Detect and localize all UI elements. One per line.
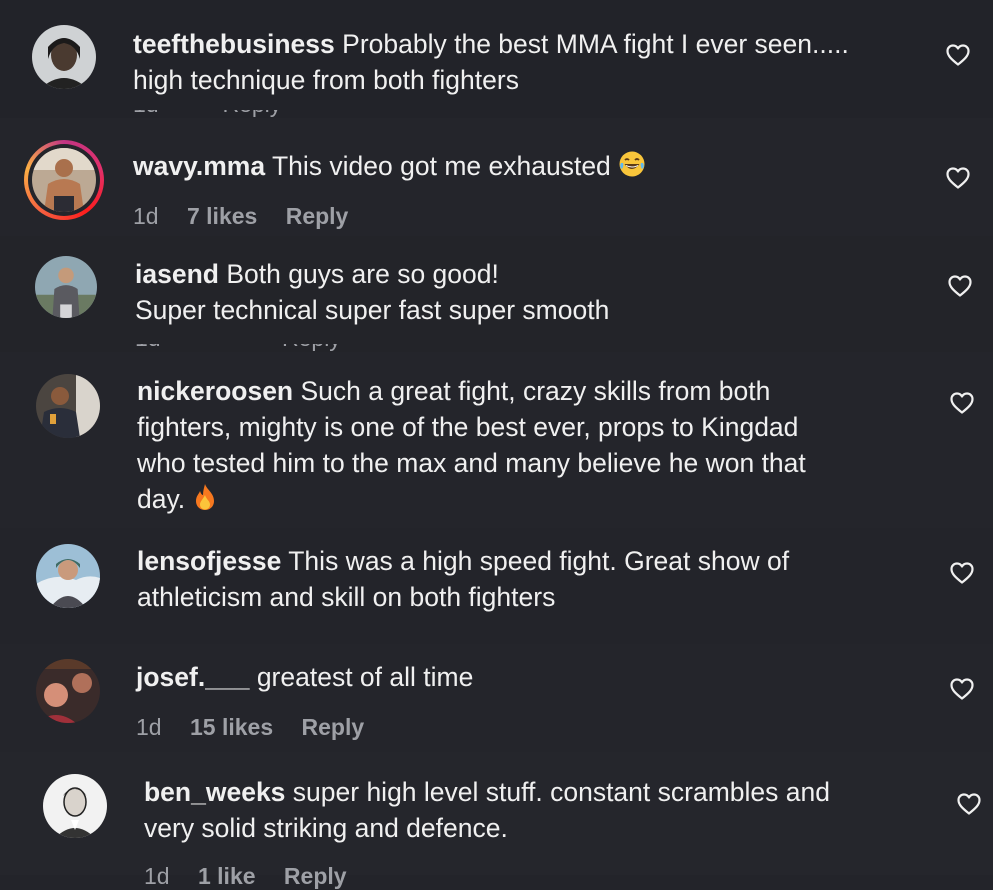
comment-text: nickeroosen Such a great fight, crazy sk… — [137, 373, 770, 409]
username[interactable]: lensofjesse — [137, 546, 281, 576]
heart-outline-icon[interactable] — [946, 44, 970, 66]
comment-text: teefthebusiness Probably the best MMA fi… — [133, 26, 849, 62]
comment-text: ben_weeks super high level stuff. consta… — [144, 774, 830, 810]
comment-body: day. — [137, 484, 186, 514]
reply-button[interactable]: Reply — [302, 714, 365, 740]
comment-text: day. — [137, 481, 217, 520]
comment-text: wavy.mma This video got me exhausted — [133, 148, 646, 187]
username[interactable]: wavy.mma — [133, 151, 265, 181]
likes-count[interactable]: 7 likes — [187, 203, 257, 229]
comment-body: This was a high speed fight. Great show … — [288, 546, 790, 576]
truncated-meta: 1d Reply — [133, 110, 281, 118]
avatar[interactable] — [32, 148, 96, 212]
heart-outline-icon[interactable] — [957, 793, 981, 815]
fire-emoji — [193, 483, 217, 520]
username[interactable]: nickeroosen — [137, 376, 293, 406]
username[interactable]: josef.___ — [136, 662, 249, 692]
comment-meta: 1d 7 likes Reply — [133, 202, 370, 230]
username[interactable]: ben_weeks — [144, 777, 285, 807]
heart-outline-icon[interactable] — [946, 167, 970, 189]
comment-body: very solid striking and defence. — [144, 813, 508, 843]
truncated-meta: 1d Reply — [135, 344, 341, 352]
comment-body: Probably the best MMA fight I ever seen.… — [342, 29, 849, 59]
avatar[interactable] — [36, 659, 100, 723]
comment-body: Super technical super fast super smooth — [135, 295, 610, 325]
comment-meta: 1d 15 likes Reply — [136, 713, 386, 741]
username[interactable]: iasend — [135, 259, 219, 289]
comment-body: super high level stuff. constant scrambl… — [292, 777, 830, 807]
comment-age: 1d — [133, 203, 159, 229]
avatar[interactable] — [43, 774, 107, 838]
likes-count[interactable]: 15 likes — [190, 714, 273, 740]
avatar[interactable] — [32, 25, 96, 89]
comment-body: athleticism and skill on both fighters — [137, 582, 556, 612]
comment-body: greatest of all time — [256, 662, 474, 692]
avatar[interactable] — [35, 256, 97, 318]
heart-outline-icon[interactable] — [950, 392, 974, 414]
comment-body: high technique from both fighters — [133, 65, 519, 95]
avatar[interactable] — [36, 374, 100, 438]
comment-body: This video got me exhausted — [271, 151, 611, 181]
heart-outline-icon[interactable] — [950, 562, 974, 584]
reply-button[interactable]: Reply — [286, 203, 349, 229]
comment-text: josef.___ greatest of all time — [136, 659, 473, 695]
comment-age: 1d — [144, 863, 170, 889]
laughing-tears-emoji — [618, 150, 646, 187]
comment-body: fighters, mighty is one of the best ever… — [137, 412, 799, 442]
likes-count[interactable]: 1 like — [198, 863, 256, 889]
reply-button[interactable]: Reply — [284, 863, 347, 889]
comment-text: iasend Both guys are so good! — [135, 256, 499, 292]
comment-age: 1d — [136, 714, 162, 740]
username[interactable]: teefthebusiness — [133, 29, 335, 59]
heart-outline-icon[interactable] — [948, 275, 972, 297]
heart-outline-icon[interactable] — [950, 678, 974, 700]
comment-body: who tested him to the max and many belie… — [137, 448, 806, 478]
comment-body: Such a great fight, crazy skills from bo… — [300, 376, 771, 406]
avatar[interactable] — [36, 544, 100, 608]
comment-body: Both guys are so good! — [226, 259, 499, 289]
comment-meta: 1d 1 like Reply — [144, 862, 369, 890]
comment-text: lensofjesse This was a high speed fight.… — [137, 543, 789, 579]
